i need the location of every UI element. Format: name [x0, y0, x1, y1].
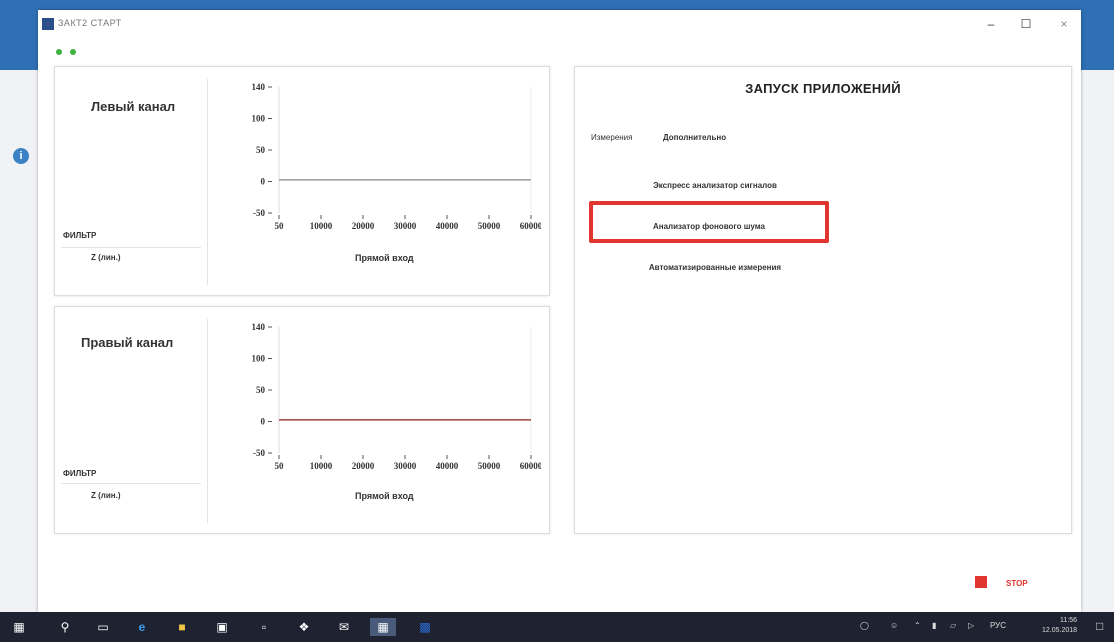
- divider: [61, 247, 201, 248]
- y-tick-label: -50: [253, 448, 265, 458]
- app-a-icon[interactable]: ▫: [254, 618, 274, 636]
- start-windows-icon[interactable]: ▦: [10, 618, 28, 636]
- volume-icon[interactable]: ▷: [968, 621, 974, 630]
- divider: [61, 483, 201, 484]
- left-input-label[interactable]: Прямой вход: [355, 253, 414, 263]
- y-tick-label: -50: [253, 208, 265, 218]
- task-view-icon[interactable]: ▭: [94, 618, 112, 636]
- stop-indicator-icon[interactable]: [975, 576, 987, 588]
- express-signal-analyzer-button[interactable]: Экспресс анализатор сигналов: [615, 181, 815, 190]
- info-icon[interactable]: i: [13, 148, 29, 164]
- tab-measurements[interactable]: Измерения: [591, 133, 632, 142]
- people-icon[interactable]: ☺: [890, 621, 898, 630]
- mail-icon[interactable]: ✉: [334, 618, 354, 636]
- divider: [207, 319, 208, 523]
- x-tick-label: 40000: [436, 221, 459, 231]
- status-dot-icon: [70, 49, 76, 55]
- clock[interactable]: 11:56 12.05.2018: [1042, 616, 1077, 636]
- wifi-icon[interactable]: ▱: [950, 621, 956, 630]
- right-channel-panel: Правый канал ФИЛЬТР Z (лин.) Прямой вход…: [54, 306, 550, 534]
- left-channel-title: Левый канал: [91, 99, 176, 114]
- y-tick-label: 50: [256, 385, 266, 395]
- left-channel-panel: Левый канал ФИЛЬТР Z (лин.) Прямой вход …: [54, 66, 550, 296]
- x-tick-label: 50: [275, 461, 285, 471]
- word-icon[interactable]: ▩: [414, 618, 436, 636]
- y-tick-label: 100: [252, 354, 266, 364]
- right-channel-chart: 140 100 50 0 -50 50 10000 20000 30000 40000 50000 6…: [252, 322, 542, 471]
- notifications-icon[interactable]: □: [1096, 619, 1103, 633]
- taskbar: ▦ ⚲ ▭ e ■ ▣ ▫ ❖ ✉ ▦ ▩ ◯ ☺ ⌃ ▮ ▱ ▷ РУС 11…: [0, 612, 1114, 642]
- y-tick-label: 100: [252, 114, 266, 124]
- x-tick-label: 10000: [310, 221, 333, 231]
- right-filter-label[interactable]: ФИЛЬТР: [63, 469, 96, 478]
- minimize-button[interactable]: –: [981, 16, 1001, 32]
- window-title: ЗАКТ2 СТАРТ: [58, 18, 122, 28]
- left-filter-label[interactable]: ФИЛЬТР: [63, 231, 96, 240]
- status-dot-icon: [56, 49, 62, 55]
- x-tick-label: 60000: [520, 221, 541, 231]
- background-noise-analyzer-button[interactable]: Анализатор фонового шума: [589, 222, 829, 231]
- x-tick-label: 60000: [520, 461, 541, 471]
- app-window: ЗАКТ2 СТАРТ – ☐ × Левый канал ФИЛЬТР Z (…: [38, 10, 1081, 612]
- stop-button[interactable]: STOP: [1006, 579, 1028, 588]
- clock-date: 12.05.2018: [1042, 627, 1078, 634]
- battery-icon[interactable]: ▮: [932, 621, 936, 630]
- y-tick-label: 140: [252, 322, 266, 332]
- vmc-app-icon[interactable]: ▦: [370, 618, 396, 636]
- x-tick-label: 30000: [394, 221, 417, 231]
- x-tick-label: 50: [275, 221, 285, 231]
- tab-additional[interactable]: Дополнительно: [663, 133, 726, 142]
- edge-browser-icon[interactable]: e: [132, 618, 152, 636]
- maximize-button[interactable]: ☐: [1016, 16, 1036, 32]
- y-tick-label: 0: [261, 177, 266, 187]
- status-indicators: [56, 42, 84, 60]
- search-icon[interactable]: ⚲: [56, 618, 74, 636]
- y-tick-label: 0: [261, 417, 266, 427]
- language-indicator[interactable]: РУС: [990, 621, 1006, 630]
- automated-measurements-button[interactable]: Автоматизированные измерения: [605, 263, 825, 272]
- x-tick-label: 20000: [352, 221, 375, 231]
- launcher-panel: ЗАПУСК ПРИЛОЖЕНИЙ Измерения Дополнительн…: [574, 66, 1072, 534]
- close-button[interactable]: ×: [1054, 16, 1074, 32]
- x-tick-label: 10000: [310, 461, 333, 471]
- y-tick-label: 140: [252, 82, 266, 92]
- clock-time: 11:56: [1060, 617, 1078, 624]
- app-icon: [42, 18, 54, 30]
- x-tick-label: 40000: [436, 461, 459, 471]
- left-z-label[interactable]: Z (лин.): [91, 253, 121, 262]
- network-globe-icon[interactable]: ◯: [860, 621, 869, 630]
- file-explorer-icon[interactable]: ■: [172, 618, 192, 636]
- right-z-label[interactable]: Z (лин.): [91, 491, 121, 500]
- x-tick-label: 50000: [478, 221, 501, 231]
- x-tick-label: 30000: [394, 461, 417, 471]
- launcher-title: ЗАПУСК ПРИЛОЖЕНИЙ: [745, 81, 901, 96]
- y-tick-label: 50: [256, 145, 266, 155]
- background-window-right: [1076, 70, 1114, 612]
- left-channel-chart: 140 100 50 0 -50 50 10000 20000 30000 40000 50000 6…: [252, 82, 542, 231]
- right-channel-title: Правый канал: [81, 335, 174, 350]
- tray-chevron-up-icon[interactable]: ⌃: [914, 621, 921, 630]
- divider: [207, 79, 208, 285]
- dropbox-icon[interactable]: ❖: [294, 618, 314, 636]
- x-tick-label: 20000: [352, 461, 375, 471]
- x-tick-label: 50000: [478, 461, 501, 471]
- title-bar: ЗАКТ2 СТАРТ – ☐ ×: [38, 10, 1081, 38]
- right-input-label[interactable]: Прямой вход: [355, 491, 414, 501]
- store-icon[interactable]: ▣: [212, 618, 232, 636]
